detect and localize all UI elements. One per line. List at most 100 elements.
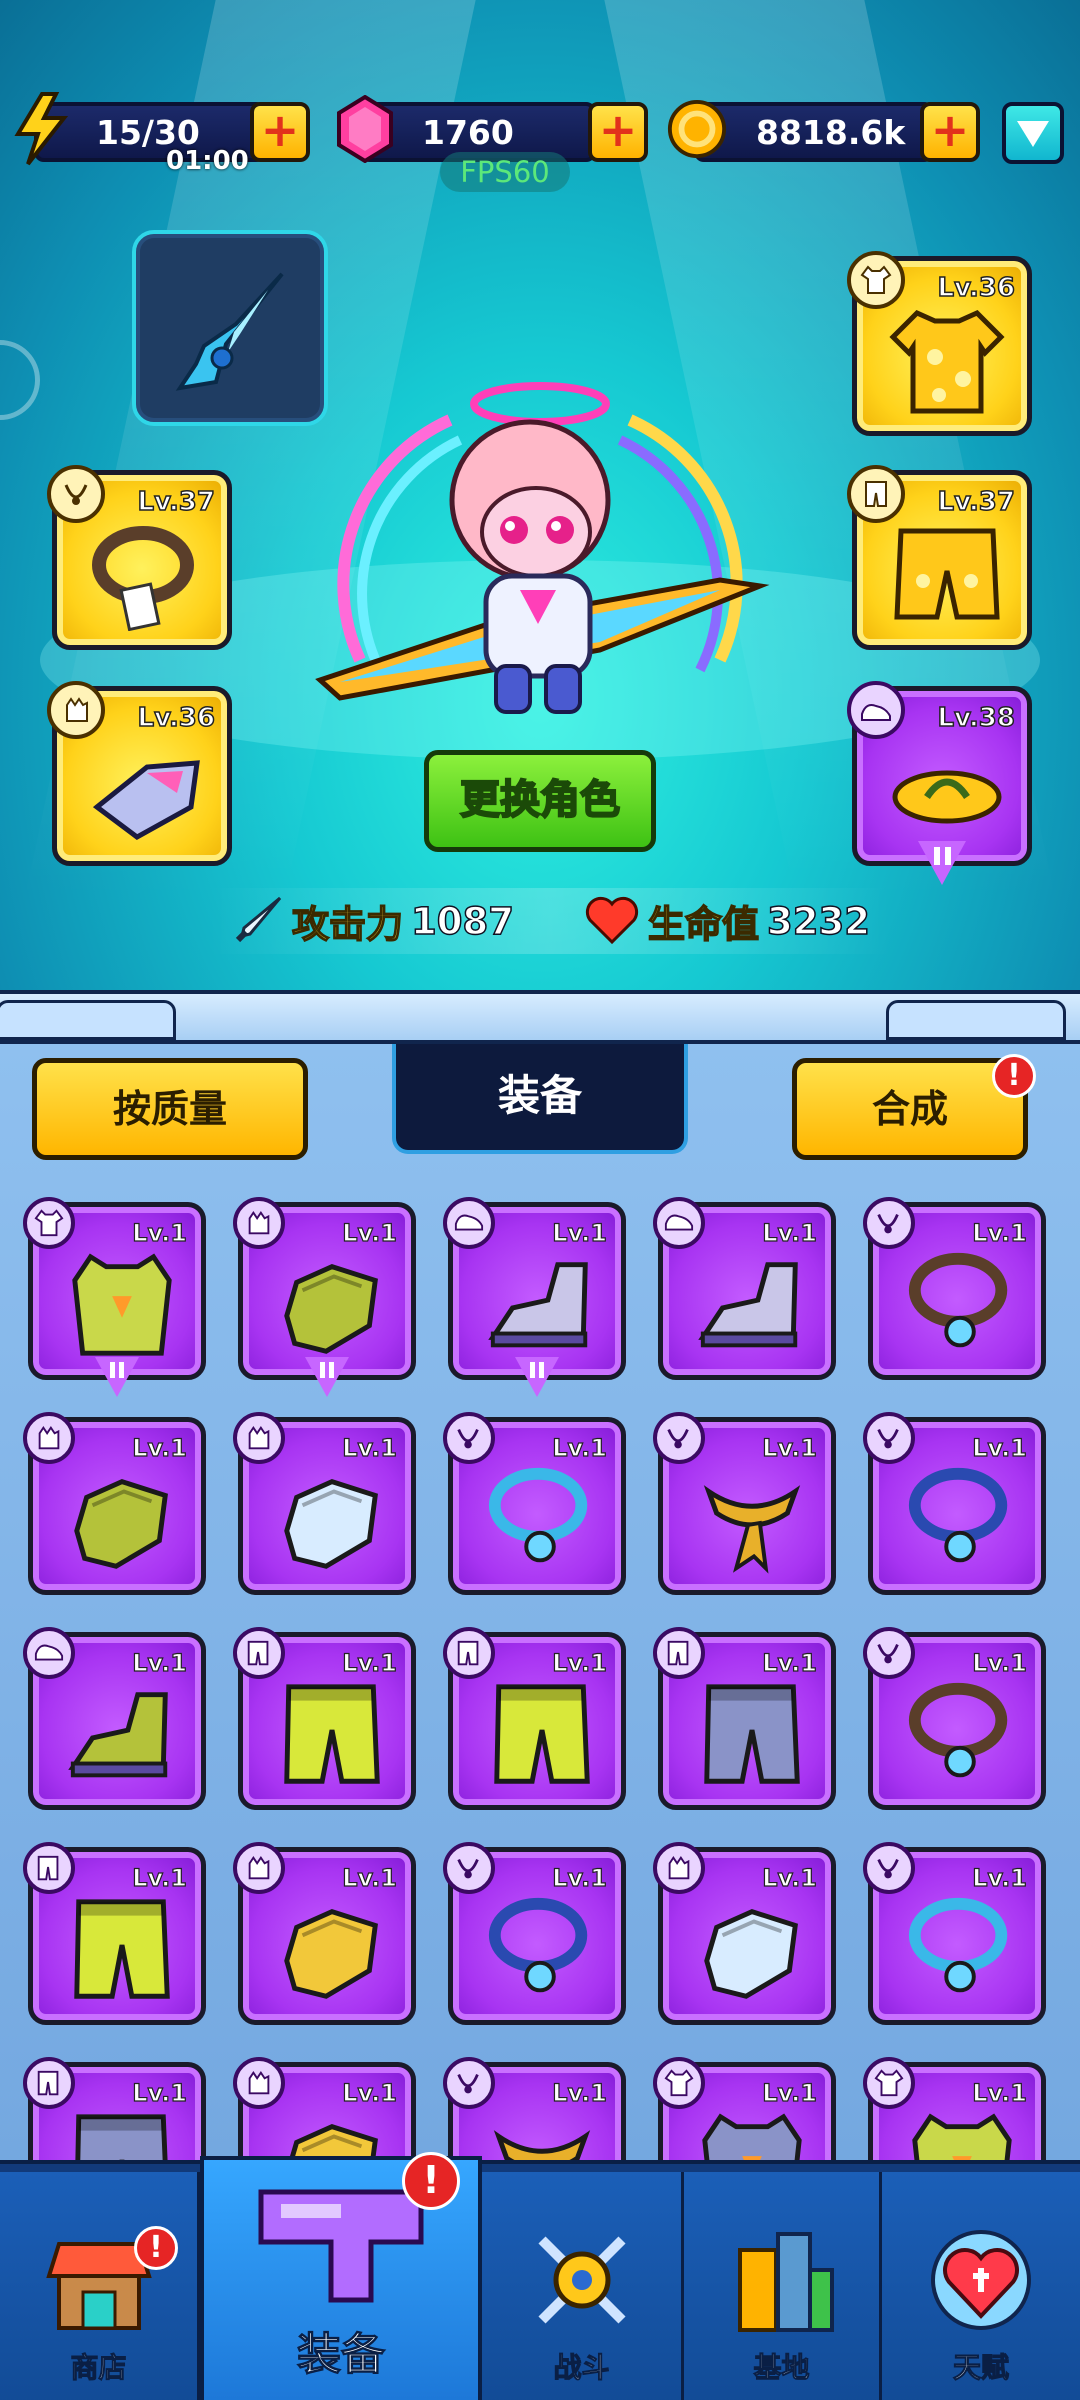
inventory-item[interactable]: Lv.1 (233, 1842, 416, 2025)
glove-slot-badge (233, 1412, 285, 1464)
inventory-item[interactable]: Lv.1 (653, 2057, 836, 2164)
inventory-item[interactable]: Lv.1 (233, 1412, 416, 1595)
gauntlet-icon (92, 760, 200, 840)
energy-add-button[interactable]: + (250, 102, 310, 162)
scarf-slot-badge (443, 2057, 495, 2109)
inventory-item[interactable]: Lv.1 (233, 2057, 416, 2164)
nav-shop[interactable]: 商店 (0, 2172, 200, 2400)
necklace-slot-badge (863, 1627, 915, 1679)
equipped-shirt-slot[interactable]: Lv.36 (847, 251, 1032, 436)
nav-talent-label: 天赋 (952, 2351, 1009, 2385)
inventory-item[interactable]: Lv.1 (23, 2057, 206, 2164)
inventory-item[interactable]: Lv.1 (653, 1842, 836, 2025)
glove-slot-badge (233, 1842, 285, 1894)
pants-type-icon (457, 1640, 479, 1666)
necklace-icon (488, 1897, 588, 1993)
bottom-nav: 商店 ! 装备 ! 战斗 基地 天赋 (0, 2152, 1080, 2400)
necklace-icon (488, 1467, 588, 1563)
hero-panel: 15/30 + 01:00 1760 + 8818.6k + FPS60 Lv.… (0, 0, 1080, 1000)
heart-emblem-icon (931, 2230, 1031, 2330)
sort-by-quality-button[interactable]: 按质量 (32, 1058, 308, 1160)
boot-slot-badge (443, 1197, 495, 1249)
glove-icon (284, 1264, 378, 1354)
nav-battle[interactable]: 战斗 (482, 2172, 684, 2400)
coin-add-button[interactable]: + (920, 102, 980, 162)
nav-battle-label: 战斗 (553, 2351, 610, 2385)
tab-equipment[interactable]: 装备 (392, 1044, 688, 1154)
vest-icon (72, 1253, 172, 1356)
pants-slot-badge (847, 465, 905, 523)
necklace-slot-badge (863, 1842, 915, 1894)
inventory-item[interactable]: Lv.1 (863, 2057, 1046, 2164)
equipped-necklace-level: Lv.37 (137, 486, 216, 518)
nav-equipment-label: 装备 (297, 2329, 386, 2381)
vest-type-icon (874, 2069, 904, 2097)
necklace-icon (908, 1467, 1008, 1563)
item-level: Lv.1 (132, 1218, 188, 1247)
scarf-icon (703, 1485, 801, 1574)
nav-talent[interactable]: 天赋 (882, 2172, 1080, 2400)
glove-type-icon (248, 1210, 270, 1235)
equipped-necklace-slot[interactable]: Lv.37 (47, 465, 232, 650)
sword-icon (235, 896, 282, 943)
boot-slot-badge (653, 1197, 705, 1249)
item-level: Lv.1 (552, 1648, 608, 1677)
necklace-slot-badge (863, 1197, 915, 1249)
equipped-glove-slot[interactable]: Lv.36 (47, 681, 232, 866)
item-level: Lv.1 (972, 2078, 1028, 2107)
item-level: Lv.1 (342, 1433, 398, 1462)
equipped-pants-slot[interactable]: Lv.37 (847, 465, 1032, 650)
pants-slot-badge (653, 1627, 705, 1679)
inventory-item[interactable]: Lv.1 (443, 1412, 626, 1595)
inventory-item[interactable]: Lv.1 (443, 2057, 626, 2164)
boot-slot-badge (23, 1627, 75, 1679)
character-sprite (315, 382, 770, 714)
boot-type-icon (664, 1214, 694, 1231)
glove-slot-badge (47, 681, 105, 739)
nav-base-label: 基地 (753, 2351, 810, 2385)
shop-alert-badge: ! (134, 2226, 178, 2270)
scarf-type-icon (457, 2074, 479, 2094)
weapon-slot[interactable] (132, 230, 328, 426)
necklace-icon (64, 484, 88, 505)
inventory-item[interactable]: Lv.1 (653, 1412, 836, 1595)
inventory-item[interactable]: Lv.1 (23, 1842, 206, 2025)
inventory-item[interactable]: Lv.1 (443, 1842, 626, 2025)
inventory-item[interactable]: Lv.1 (443, 1627, 626, 1810)
hawaiian-shirt-icon (889, 310, 1005, 414)
glove-slot-badge (233, 1197, 285, 1249)
inventory-item[interactable]: Lv.1 (23, 1197, 206, 1397)
nav-base[interactable]: 基地 (684, 2172, 882, 2400)
inventory-item[interactable]: Lv.1 (23, 1412, 206, 1595)
item-level: Lv.1 (762, 2078, 818, 2107)
glove-type-icon (38, 1425, 60, 1450)
inventory-item[interactable]: Lv.1 (233, 1627, 416, 1810)
inventory-item[interactable]: Lv.1 (443, 1197, 626, 1397)
pants-icon (284, 1684, 380, 1784)
inventory-item[interactable]: Lv.1 (863, 1412, 1046, 1595)
pants-slot-badge (23, 1842, 75, 1894)
item-level: Lv.1 (132, 2078, 188, 2107)
boot-type-icon (454, 1214, 484, 1231)
coin-bar: 8818.6k (694, 102, 934, 162)
inventory-item[interactable]: Lv.1 (653, 1197, 836, 1380)
gem-add-button[interactable]: + (588, 102, 648, 162)
inventory-item[interactable]: Lv.1 (653, 1627, 836, 1810)
fps-counter: FPS60 (440, 152, 570, 192)
equipped-shoe-slot[interactable]: Lv.38 (847, 681, 1032, 885)
merge-alert-badge: ! (992, 1054, 1036, 1098)
inventory-item[interactable]: Lv.1 (863, 1197, 1046, 1380)
inventory-item[interactable]: Lv.1 (863, 1627, 1046, 1810)
necklace-icon (908, 1897, 1008, 1993)
crossed-swords-icon (537, 2236, 626, 2324)
divider-tab-right (886, 1000, 1066, 1040)
equipment-alert-badge: ! (402, 2152, 460, 2210)
inventory-item[interactable]: Lv.1 (863, 1842, 1046, 2025)
inventory-item[interactable]: Lv.1 (233, 1197, 416, 1397)
shield-button[interactable] (1002, 102, 1064, 164)
change-character-button[interactable]: 更换角色 (424, 750, 656, 852)
pants-icon (74, 1899, 170, 1999)
vest-slot-badge (653, 2057, 705, 2109)
inventory-item[interactable]: Lv.1 (23, 1627, 206, 1810)
pants-type-icon (37, 2070, 59, 2096)
